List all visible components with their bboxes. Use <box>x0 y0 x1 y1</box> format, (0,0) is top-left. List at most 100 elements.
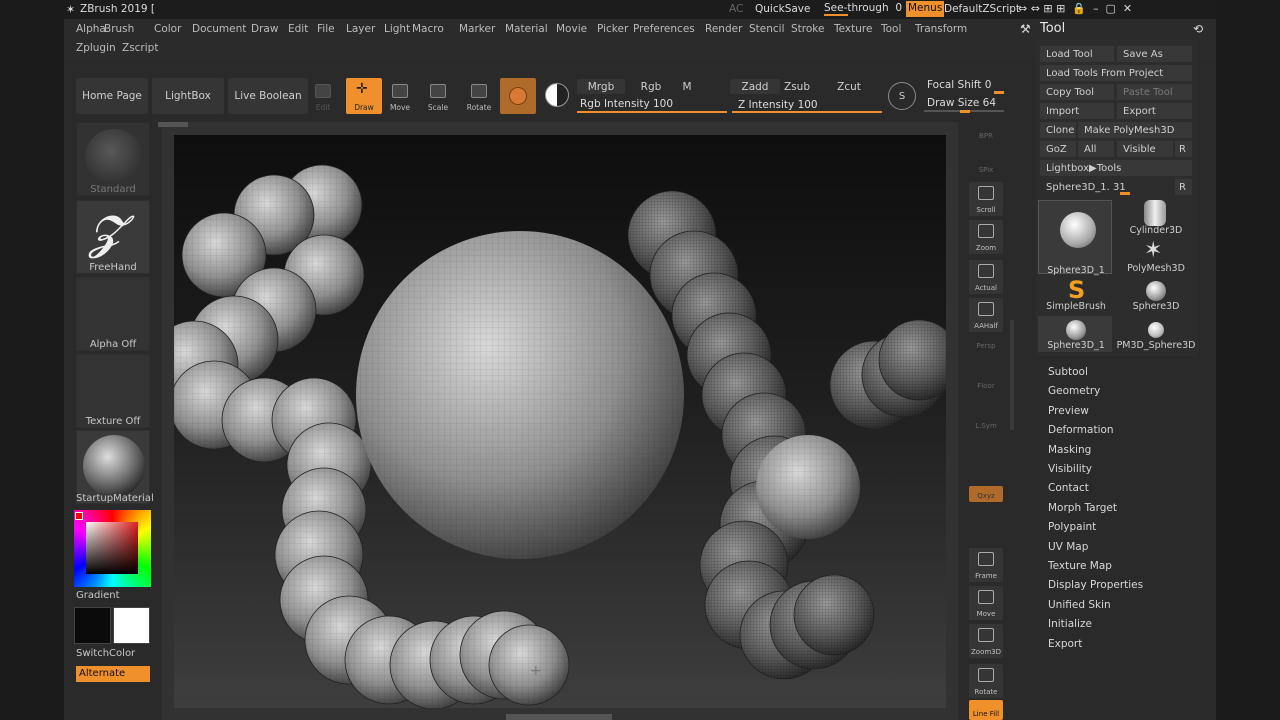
shelf-actual-button[interactable]: Actual <box>969 260 1003 294</box>
shelf-rotate-button[interactable]: Rotate <box>969 664 1003 698</box>
quicksave-button[interactable]: QuickSave <box>755 3 810 15</box>
all-button[interactable]: All <box>1078 141 1114 157</box>
import-button[interactable]: Import <box>1040 103 1114 119</box>
lazy-mouse-icon[interactable]: S <box>888 82 916 110</box>
submenu-geometry[interactable]: Geometry <box>1048 385 1100 397</box>
goz-button[interactable]: GoZ <box>1040 141 1076 157</box>
submenu-uv-map[interactable]: UV Map <box>1048 541 1088 553</box>
lightbox-button[interactable]: LightBox <box>152 78 224 114</box>
submenu-deformation[interactable]: Deformation <box>1048 424 1114 436</box>
menu-zplugin[interactable]: Zplugin <box>76 42 116 54</box>
color-sphere-icon[interactable] <box>542 80 572 110</box>
shelf-spacer-button[interactable] <box>969 448 1003 464</box>
load-tools-from-project-button[interactable]: Load Tools From Project <box>1040 65 1192 81</box>
submenu-preview[interactable]: Preview <box>1048 405 1089 417</box>
shelf-spix-button[interactable]: SPix <box>969 160 1003 176</box>
shelf-zoom3d-button[interactable]: Zoom3D <box>969 624 1003 658</box>
window-icons[interactable]: ⇔ ⇔ ⊞ ⊞ 🔒 – ▢ ✕ <box>1018 2 1132 15</box>
submenu-subtool[interactable]: Subtool <box>1048 366 1088 378</box>
z-intensity-slider[interactable]: Z Intensity 100 <box>732 97 882 113</box>
menu-file[interactable]: File <box>317 23 335 35</box>
menus-toggle[interactable]: Menus <box>906 1 945 17</box>
tool-slider[interactable]: Sphere3D_1. 31 <box>1040 179 1173 195</box>
live-boolean-button[interactable]: Live Boolean <box>228 78 308 114</box>
color-picker[interactable] <box>74 510 151 587</box>
scale-mode-button[interactable]: Scale <box>420 78 456 114</box>
menu-movie[interactable]: Movie <box>556 23 587 35</box>
home-page-button[interactable]: Home Page <box>76 78 148 114</box>
submenu-morph-target[interactable]: Morph Target <box>1048 502 1117 514</box>
load-tool-button[interactable]: Load Tool <box>1040 46 1114 62</box>
shelf-floor-button[interactable]: Floor <box>969 376 1003 392</box>
zsub-button[interactable]: Zsub <box>782 79 812 94</box>
edit-mode-button[interactable]: Edit <box>305 78 341 114</box>
shelf-persp-button[interactable]: Persp <box>969 336 1003 352</box>
shelf-qxyz-button[interactable]: Qxyz <box>969 486 1003 502</box>
make-polymesh-button[interactable]: Make PolyMesh3D <box>1078 122 1192 138</box>
material-swatch-button[interactable] <box>500 78 536 114</box>
menu-alpha[interactable]: Alpha <box>76 23 106 35</box>
draw-size-slider[interactable]: Draw Size 64 <box>924 96 1004 114</box>
rgb-button[interactable]: Rgb <box>627 79 675 94</box>
menu-render[interactable]: Render <box>705 23 742 35</box>
tool-tile-label[interactable]: SimpleBrush <box>1038 274 1114 312</box>
copy-tool-button[interactable]: Copy Tool <box>1040 84 1114 100</box>
menu-marker[interactable]: Marker <box>459 23 495 35</box>
paste-tool-button[interactable]: Paste Tool <box>1117 84 1192 100</box>
menu-edit[interactable]: Edit <box>288 23 308 35</box>
shelf-aahalf-button[interactable]: AAHalf <box>969 298 1003 332</box>
r-slider-button[interactable]: R <box>1175 179 1192 195</box>
m-button[interactable]: M <box>677 79 697 94</box>
document-canvas[interactable]: + <box>174 135 946 708</box>
menu-zscript[interactable]: Zscript <box>122 42 158 54</box>
menu-transform[interactable]: Transform <box>915 23 967 35</box>
submenu-masking[interactable]: Masking <box>1048 444 1091 456</box>
menu-light[interactable]: Light <box>384 23 410 35</box>
seethrough-slider[interactable]: See-through 0 <box>824 2 902 16</box>
menu-document[interactable]: Document <box>192 23 246 35</box>
ac-label[interactable]: AC <box>729 3 743 15</box>
menu-material[interactable]: Material <box>505 23 548 35</box>
tool-tile-label[interactable]: Cylinder3D <box>1118 198 1194 236</box>
shelf-frame-button[interactable]: Frame <box>969 548 1003 582</box>
shelf-spacer-button[interactable] <box>969 506 1003 522</box>
submenu-unified-skin[interactable]: Unified Skin <box>1048 599 1111 611</box>
menu-macro[interactable]: Macro <box>412 23 444 35</box>
shelf-scrollbar[interactable] <box>1010 320 1014 430</box>
shelf-zoom-button[interactable]: Zoom <box>969 220 1003 254</box>
main-color-swatch[interactable] <box>113 607 150 644</box>
focal-shift-slider[interactable]: Focal Shift 0 <box>924 78 1004 94</box>
zadd-button[interactable]: Zadd <box>730 79 780 94</box>
zcut-button[interactable]: Zcut <box>834 79 864 94</box>
menu-tool[interactable]: Tool <box>881 23 901 35</box>
rgb-intensity-slider[interactable]: Rgb Intensity 100 <box>577 97 727 113</box>
menu-preferences[interactable]: Preferences <box>633 23 695 35</box>
menu-layer[interactable]: Layer <box>346 23 375 35</box>
draw-mode-button[interactable]: ✛ Draw <box>346 78 382 114</box>
shelf-bpr-button[interactable]: BPR <box>969 126 1003 142</box>
shelf-move-button[interactable]: Move <box>969 586 1003 620</box>
export-button[interactable]: Export <box>1117 103 1192 119</box>
secondary-color-swatch[interactable] <box>74 607 111 644</box>
menu-brush[interactable]: Brush <box>104 23 134 35</box>
canvas-bottom-scroll[interactable] <box>506 714 612 720</box>
menu-picker[interactable]: Picker <box>597 23 628 35</box>
visible-button[interactable]: Visible <box>1117 141 1173 157</box>
refresh-icon[interactable]: ⟲ <box>1193 22 1203 36</box>
clone-button[interactable]: Clone <box>1040 122 1076 138</box>
submenu-initialize[interactable]: Initialize <box>1048 618 1092 630</box>
submenu-contact[interactable]: Contact <box>1048 482 1089 494</box>
rotate-mode-button[interactable]: Rotate <box>461 78 497 114</box>
mrgb-button[interactable]: Mrgb <box>577 79 625 94</box>
menu-stencil[interactable]: Stencil <box>749 23 785 35</box>
submenu-texture-map[interactable]: Texture Map <box>1048 560 1112 572</box>
menu-draw[interactable]: Draw <box>251 23 278 35</box>
save-as-button[interactable]: Save As <box>1117 46 1192 62</box>
tool-tile-label[interactable]: Sphere3D <box>1118 274 1194 312</box>
shelf-line-fill-button[interactable]: Line Fill <box>969 700 1003 720</box>
alternate-button[interactable]: Alternate <box>76 666 150 682</box>
submenu-display-properties[interactable]: Display Properties <box>1048 579 1143 591</box>
submenu-visibility[interactable]: Visibility <box>1048 463 1092 475</box>
move-mode-button[interactable]: Move <box>382 78 418 114</box>
r-button[interactable]: R <box>1175 141 1192 157</box>
